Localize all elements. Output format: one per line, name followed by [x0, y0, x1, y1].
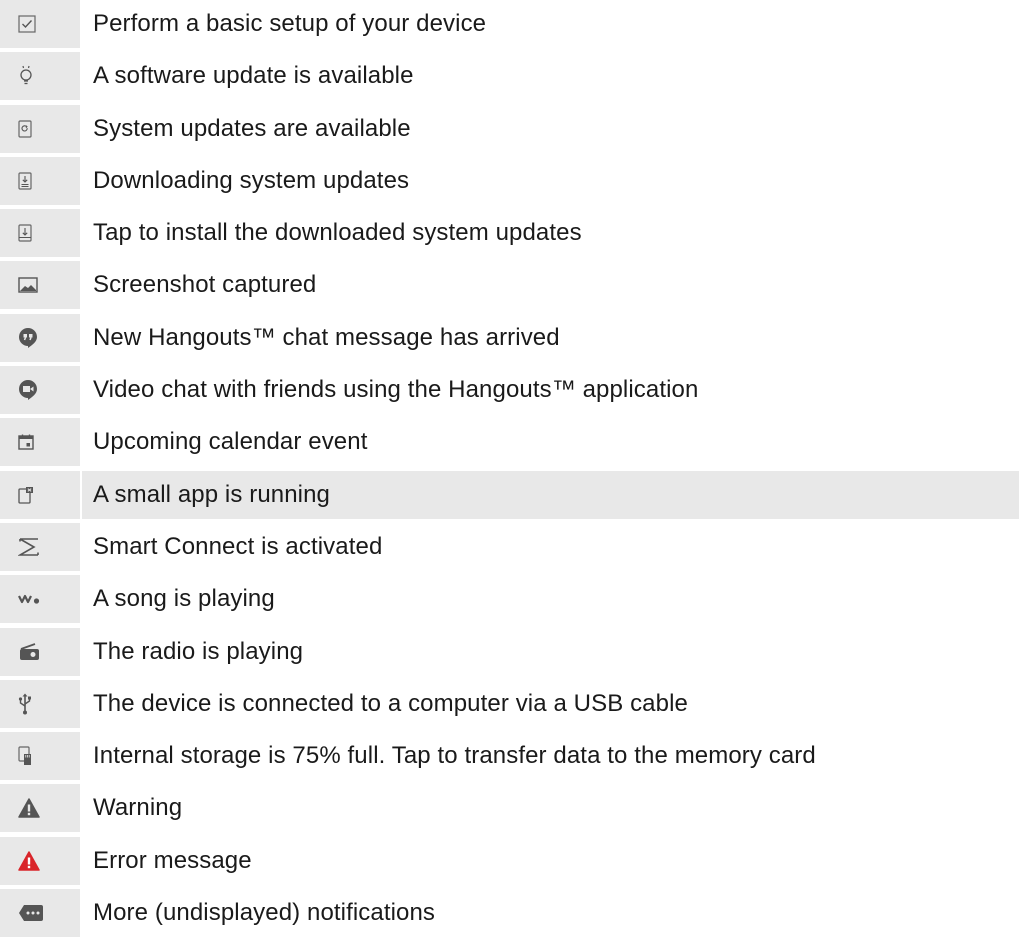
table-row: Warning — [0, 784, 1019, 836]
smart-connect-icon — [18, 538, 39, 556]
table-row: The device is connected to a computer vi… — [0, 679, 1019, 732]
table-row: New Hangouts™ chat message has arrived — [0, 313, 1019, 366]
table-row: A small app is running — [0, 470, 1019, 523]
table-row: A software update is available — [0, 52, 1019, 104]
icon-cell — [0, 313, 80, 362]
table-row: A song is playing — [0, 575, 1019, 627]
row-text: More (undisplayed) notifications — [93, 899, 436, 927]
row-text: The radio is playing — [93, 637, 304, 665]
table-row: Tap to install the downloaded system upd… — [0, 209, 1019, 261]
hangouts-video-icon — [19, 380, 37, 401]
table-row: Upcoming calendar event — [0, 418, 1019, 470]
row-text: The device is connected to a computer vi… — [93, 689, 688, 717]
row-text: Error message — [93, 846, 252, 874]
icon-cell — [0, 104, 80, 153]
icon-cell — [0, 784, 80, 833]
icon-cell — [0, 366, 80, 415]
table-row: Error message — [0, 836, 1019, 889]
table-row: Screenshot captured — [0, 261, 1019, 313]
icon-cell — [0, 209, 80, 258]
downloading-update-icon — [18, 172, 32, 190]
row-text: New Hangouts™ chat message has arrived — [93, 323, 560, 351]
row-text: Smart Connect is activated — [93, 532, 383, 560]
storage-icon — [18, 746, 31, 766]
icon-cell — [0, 418, 80, 467]
icon-cell — [0, 156, 80, 205]
row-text: A song is playing — [93, 585, 275, 613]
warning-icon — [18, 798, 40, 819]
system-update-icon — [18, 119, 32, 138]
icon-cell — [0, 627, 80, 676]
table-row: Perform a basic setup of your device — [0, 0, 1019, 52]
row-text: Perform a basic setup of your device — [93, 10, 487, 37]
table-row: System updates are available — [0, 104, 1019, 157]
table-row: Video chat with friends using the Hangou… — [0, 366, 1019, 418]
hangouts-chat-icon — [19, 327, 37, 348]
usb-icon — [18, 693, 31, 715]
icon-cell — [0, 470, 80, 519]
table-row: Downloading system updates — [0, 156, 1019, 209]
row-text: A small app is running — [82, 470, 1019, 519]
icon-cell — [0, 52, 80, 101]
error-icon — [18, 851, 40, 871]
install-update-icon — [18, 224, 32, 242]
icon-cell — [0, 575, 80, 624]
icon-cell — [0, 522, 80, 571]
more-notifications-icon — [19, 905, 43, 922]
row-text: Video chat with friends using the Hangou… — [93, 376, 699, 404]
small-app-icon — [18, 486, 33, 504]
icon-cell — [0, 836, 80, 885]
row-text: Tap to install the downloaded system upd… — [93, 219, 582, 247]
row-text: System updates are available — [93, 114, 411, 142]
screenshot-icon — [18, 277, 38, 294]
row-text: Warning — [93, 794, 183, 822]
row-text: A software update is available — [93, 62, 414, 90]
icon-cell — [0, 679, 80, 728]
icon-cell — [0, 732, 80, 781]
table-row: Internal storage is 75% full. Tap to tra… — [0, 732, 1019, 784]
checkbox-checked-icon — [18, 15, 36, 33]
table-row: The radio is playing — [0, 627, 1019, 680]
calendar-icon — [18, 434, 34, 451]
walkman-icon — [18, 595, 40, 604]
table-row: More (undisplayed) notifications — [0, 889, 1019, 941]
icon-cell — [0, 0, 80, 48]
icon-cell — [0, 889, 80, 938]
row-text: Upcoming calendar event — [93, 428, 368, 456]
row-text: Internal storage is 75% full. Tap to tra… — [93, 742, 816, 770]
row-text: Downloading system updates — [93, 166, 410, 194]
lightbulb-icon — [20, 66, 32, 85]
table-row: Smart Connect is activated — [0, 522, 1019, 575]
radio-icon — [20, 642, 39, 660]
notification-icons-table: Perform a basic setup of your device A s… — [0, 0, 1019, 941]
row-text: Screenshot captured — [93, 271, 317, 299]
icon-cell — [0, 261, 80, 310]
